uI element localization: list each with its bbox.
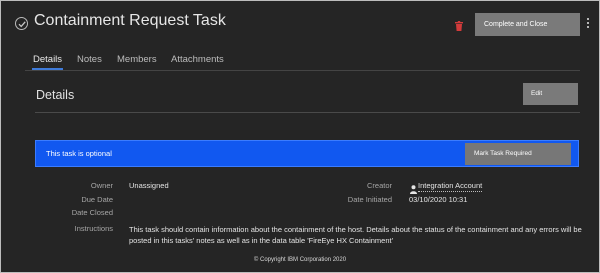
date-closed-label: Date Closed	[71, 208, 113, 217]
task-complete-check-icon[interactable]	[15, 17, 28, 30]
tab-members[interactable]: Members	[117, 54, 157, 70]
delete-trash-icon[interactable]	[455, 18, 463, 36]
more-options-kebab-icon[interactable]	[587, 18, 590, 30]
section-divider	[35, 112, 580, 113]
owner-label: Owner	[90, 181, 113, 190]
date-initiated-label: Date Initiated	[347, 195, 392, 204]
due-date-label: Due Date	[81, 195, 113, 204]
tab-details[interactable]: Details	[31, 54, 64, 70]
date-initiated-value: 03/10/2020 10:31	[409, 195, 468, 204]
owner-value[interactable]: Unassigned	[129, 181, 169, 190]
complete-and-close-button[interactable]: Complete and Close	[475, 13, 580, 36]
creator-value[interactable]: Integration Account	[418, 181, 483, 192]
optional-task-banner: This task is optional Mark Task Required	[35, 140, 579, 167]
mark-task-required-button[interactable]: Mark Task Required	[465, 143, 571, 165]
tab-notes[interactable]: Notes	[77, 54, 102, 70]
banner-text: This task is optional	[46, 149, 112, 158]
tab-divider	[25, 70, 580, 71]
tab-attachments[interactable]: Attachments	[171, 54, 224, 70]
edit-button[interactable]: Edit	[523, 83, 578, 105]
instructions-label: Instructions	[74, 224, 113, 233]
section-title: Details	[36, 88, 75, 102]
copyright-footer: © Copyright IBM Corporation 2020	[253, 257, 347, 263]
creator-label: Creator	[366, 181, 392, 190]
task-title: Containment Request Task	[34, 12, 226, 29]
instructions-value: This task should contain information abo…	[129, 225, 582, 245]
